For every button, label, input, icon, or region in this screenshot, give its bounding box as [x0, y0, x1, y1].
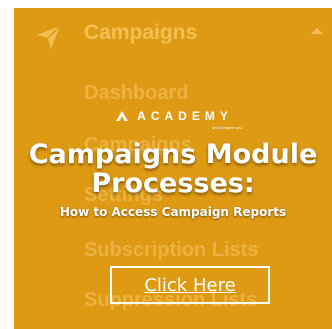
chevron-up-icon[interactable] — [310, 26, 324, 36]
click-here-label: Click Here — [144, 274, 236, 296]
brand-name: ACADEMY — [137, 109, 233, 123]
headline: Campaigns Module Processes: — [14, 140, 332, 198]
campaigns-menu-header[interactable]: Campaigns — [14, 8, 332, 64]
click-here-button[interactable]: Click Here — [110, 266, 270, 304]
headline-line-1: Campaigns Module — [28, 139, 318, 170]
headline-line-2: Processes: — [91, 168, 255, 199]
campaigns-panel: Campaigns Dashboard Campaigns Settings S… — [14, 8, 332, 329]
subheadline: How to Access Campaign Reports — [59, 205, 287, 219]
academy-logo-icon — [116, 111, 129, 121]
menu-item-dashboard[interactable]: Dashboard — [84, 82, 188, 105]
academy-brand: ACADEMY art to inspire you — [14, 107, 332, 130]
campaigns-menu-title: Campaigns — [84, 21, 198, 44]
brand-tagline: art to inspire you — [212, 125, 242, 130]
page-frame: Campaigns Dashboard Campaigns Settings S… — [0, 0, 332, 329]
menu-item-subscription-lists[interactable]: Subscription Lists — [84, 239, 258, 262]
paper-plane-icon — [37, 25, 61, 49]
